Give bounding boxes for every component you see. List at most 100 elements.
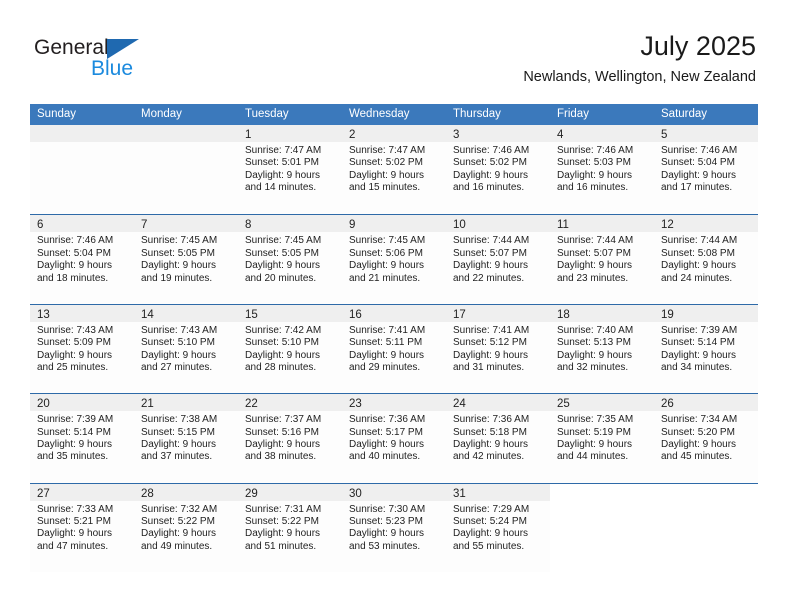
day-sun-info: Sunrise: 7:44 AM Sunset: 5:07 PM Daylight:… [446, 232, 550, 285]
sunset-text: Sunset: 5:13 PM [557, 337, 631, 349]
sunrise-text: Sunrise: 7:36 AM [349, 414, 426, 426]
daylight-text: and 19 minutes. [141, 272, 213, 284]
calendar-page: General Blue July 2025 Newlands, Welling… [0, 0, 792, 612]
date-band: 28 [134, 483, 238, 501]
daylight-text: and 27 minutes. [141, 362, 213, 373]
sunset-text: Sunset: 5:17 PM [349, 426, 423, 438]
day-cell-19[interactable]: 19 Sunrise: 7:39 AM Sunset: 5:14 PM Dayligh… [654, 304, 758, 394]
date-number: 20 [37, 398, 50, 411]
sunset-text: Sunset: 5:07 PM [557, 247, 631, 259]
sunset-text: Sunset: 5:04 PM [37, 247, 111, 259]
date-band: 2 [342, 125, 446, 142]
day-cell-13[interactable]: 13 Sunrise: 7:43 AM Sunset: 5:09 PM Dayligh… [30, 304, 134, 394]
day-cell-22[interactable]: 22 Sunrise: 7:37 AM Sunset: 5:16 PM Dayligh… [238, 394, 342, 483]
weekday-header-thursday: Thursday [453, 108, 501, 120]
day-sun-info: Sunrise: 7:31 AM Sunset: 5:22 PM Daylight:… [238, 501, 342, 554]
weekday-header-monday: Monday [141, 108, 182, 120]
daylight-text: Daylight: 9 hours [349, 349, 425, 361]
logo-text-blue: Blue [91, 57, 134, 80]
day-cell-6[interactable]: 6 Sunrise: 7:46 AM Sunset: 5:04 PM Daylight… [30, 215, 134, 304]
day-cell-14[interactable]: 14 Sunrise: 7:43 AM Sunset: 5:10 PM Dayligh… [134, 304, 238, 394]
date-band: 29 [238, 483, 342, 501]
daylight-text: and 49 minutes. [141, 540, 213, 552]
day-cell-4[interactable]: 4 Sunrise: 7:46 AM Sunset: 5:03 PM Daylight… [550, 125, 654, 215]
calendar-week-row: 27 Sunrise: 7:33 AM Sunset: 5:21 PM Dayligh… [30, 482, 758, 572]
day-sun-info: Sunrise: 7:29 AM Sunset: 5:24 PM Daylight:… [446, 501, 550, 554]
daylight-text: and 16 minutes. [557, 182, 629, 194]
day-cell-9[interactable]: 9 Sunrise: 7:45 AM Sunset: 5:06 PM Daylight… [342, 215, 446, 304]
day-cell-10[interactable]: 10 Sunrise: 7:44 AM Sunset: 5:07 PM Dayligh… [446, 215, 550, 304]
date-band: 31 [446, 483, 550, 501]
sunset-text: Sunset: 5:24 PM [453, 515, 527, 527]
day-cell-25[interactable]: 25 Sunrise: 7:35 AM Sunset: 5:19 PM Dayligh… [550, 394, 654, 483]
date-number: 16 [349, 308, 362, 321]
day-cell-17[interactable]: 17 Sunrise: 7:41 AM Sunset: 5:12 PM Dayligh… [446, 304, 550, 394]
day-cell-30[interactable]: 30 Sunrise: 7:30 AM Sunset: 5:23 PM Dayligh… [342, 483, 446, 572]
sunrise-text: Sunrise: 7:46 AM [557, 145, 634, 156]
sunrise-text: Sunrise: 7:47 AM [245, 145, 322, 156]
calendar-week-row: 20 Sunrise: 7:39 AM Sunset: 5:14 PM Dayligh… [30, 393, 758, 483]
sunrise-text: Sunrise: 7:33 AM [37, 503, 114, 515]
daylight-text: and 15 minutes. [349, 182, 421, 194]
date-band: 13 [30, 304, 134, 322]
day-cell-31[interactable]: 31 Sunrise: 7:29 AM Sunset: 5:24 PM Dayligh… [446, 483, 550, 572]
date-band: 7 [134, 215, 238, 233]
day-cell-3[interactable]: 3 Sunrise: 7:46 AM Sunset: 5:02 PM Daylight… [446, 125, 550, 215]
daylight-text: Daylight: 9 hours [141, 528, 217, 540]
date-band: 25 [550, 394, 654, 412]
date-band: 10 [446, 215, 550, 233]
date-band: 5 [654, 125, 758, 142]
day-sun-info: Sunrise: 7:47 AM Sunset: 5:01 PM Daylight:… [238, 142, 342, 195]
day-cell-29[interactable]: 29 Sunrise: 7:31 AM Sunset: 5:22 PM Dayligh… [238, 483, 342, 572]
day-sun-info: Sunrise: 7:44 AM Sunset: 5:07 PM Daylight:… [550, 232, 654, 285]
day-cell-21[interactable]: 21 Sunrise: 7:38 AM Sunset: 5:15 PM Dayligh… [134, 394, 238, 483]
date-band: 26 [654, 394, 758, 412]
sunset-text: Sunset: 5:03 PM [557, 157, 631, 169]
sunset-text: Sunset: 5:09 PM [37, 337, 111, 349]
date-number: 6 [37, 219, 44, 232]
day-cell-11[interactable]: 11 Sunrise: 7:44 AM Sunset: 5:07 PM Dayligh… [550, 215, 654, 304]
sunrise-text: Sunrise: 7:31 AM [245, 503, 322, 515]
sunrise-text: Sunrise: 7:32 AM [141, 503, 218, 515]
day-cell-2[interactable]: 2 Sunrise: 7:47 AM Sunset: 5:02 PM Daylight… [342, 125, 446, 215]
day-cell-18[interactable]: 18 Sunrise: 7:40 AM Sunset: 5:13 PM Dayligh… [550, 304, 654, 394]
day-cell-20[interactable]: 20 Sunrise: 7:39 AM Sunset: 5:14 PM Dayligh… [30, 394, 134, 483]
day-cell-7[interactable]: 7 Sunrise: 7:45 AM Sunset: 5:05 PM Daylight… [134, 215, 238, 304]
sunset-text: Sunset: 5:11 PM [349, 337, 423, 349]
daylight-text: Daylight: 9 hours [141, 438, 217, 450]
calendar-weeks: 1 Sunrise: 7:47 AM Sunset: 5:01 PM Daylight… [30, 125, 758, 572]
weekday-header-friday: Friday [557, 108, 589, 120]
weekday-header-row: Sunday Monday Tuesday Wednesday Thursday Frid… [30, 104, 758, 125]
sunset-text: Sunset: 5:15 PM [141, 426, 215, 438]
day-cell-16[interactable]: 16 Sunrise: 7:41 AM Sunset: 5:11 PM Dayligh… [342, 304, 446, 394]
day-cell-23[interactable]: 23 Sunrise: 7:36 AM Sunset: 5:17 PM Dayligh… [342, 394, 446, 483]
sunrise-text: Sunrise: 7:37 AM [245, 414, 322, 426]
day-sun-info: Sunrise: 7:37 AM Sunset: 5:16 PM Daylight:… [238, 411, 342, 464]
daylight-text: Daylight: 9 hours [245, 528, 321, 540]
date-number: 31 [453, 487, 466, 500]
weekday-header-wednesday: Wednesday [349, 108, 410, 120]
sunrise-text: Sunrise: 7:35 AM [557, 414, 634, 426]
day-sun-info: Sunrise: 7:46 AM Sunset: 5:04 PM Daylight:… [654, 142, 758, 195]
day-cell-8[interactable]: 8 Sunrise: 7:45 AM Sunset: 5:05 PM Daylight… [238, 215, 342, 304]
daylight-text: and 14 minutes. [245, 182, 317, 194]
date-number: 3 [453, 129, 460, 141]
day-cell-27[interactable]: 27 Sunrise: 7:33 AM Sunset: 5:21 PM Dayligh… [30, 483, 134, 572]
day-cell-24[interactable]: 24 Sunrise: 7:36 AM Sunset: 5:18 PM Dayligh… [446, 394, 550, 483]
date-band: 23 [342, 394, 446, 412]
calendar-table: Sunday Monday Tuesday Wednesday Thursday Frid… [30, 104, 758, 572]
sunset-text: Sunset: 5:02 PM [453, 157, 527, 169]
day-cell-1[interactable]: 1 Sunrise: 7:47 AM Sunset: 5:01 PM Daylight… [238, 125, 342, 215]
date-band: 19 [654, 304, 758, 322]
day-cell-26[interactable]: 26 Sunrise: 7:34 AM Sunset: 5:20 PM Dayligh… [654, 394, 758, 483]
sunrise-text: Sunrise: 7:30 AM [349, 503, 426, 515]
day-cell-28[interactable]: 28 Sunrise: 7:32 AM Sunset: 5:22 PM Dayligh… [134, 483, 238, 572]
sunrise-text: Sunrise: 7:29 AM [453, 503, 530, 515]
day-cell-15[interactable]: 15 Sunrise: 7:42 AM Sunset: 5:10 PM Dayligh… [238, 304, 342, 394]
sunrise-text: Sunrise: 7:45 AM [349, 235, 426, 247]
daylight-text: and 42 minutes. [453, 451, 525, 463]
day-cell-12[interactable]: 12 Sunrise: 7:44 AM Sunset: 5:08 PM Dayligh… [654, 215, 758, 304]
daylight-text: and 53 minutes. [349, 540, 421, 552]
day-sun-info: Sunrise: 7:45 AM Sunset: 5:05 PM Daylight:… [134, 232, 238, 285]
day-cell-5[interactable]: 5 Sunrise: 7:46 AM Sunset: 5:04 PM Daylight… [654, 125, 758, 215]
